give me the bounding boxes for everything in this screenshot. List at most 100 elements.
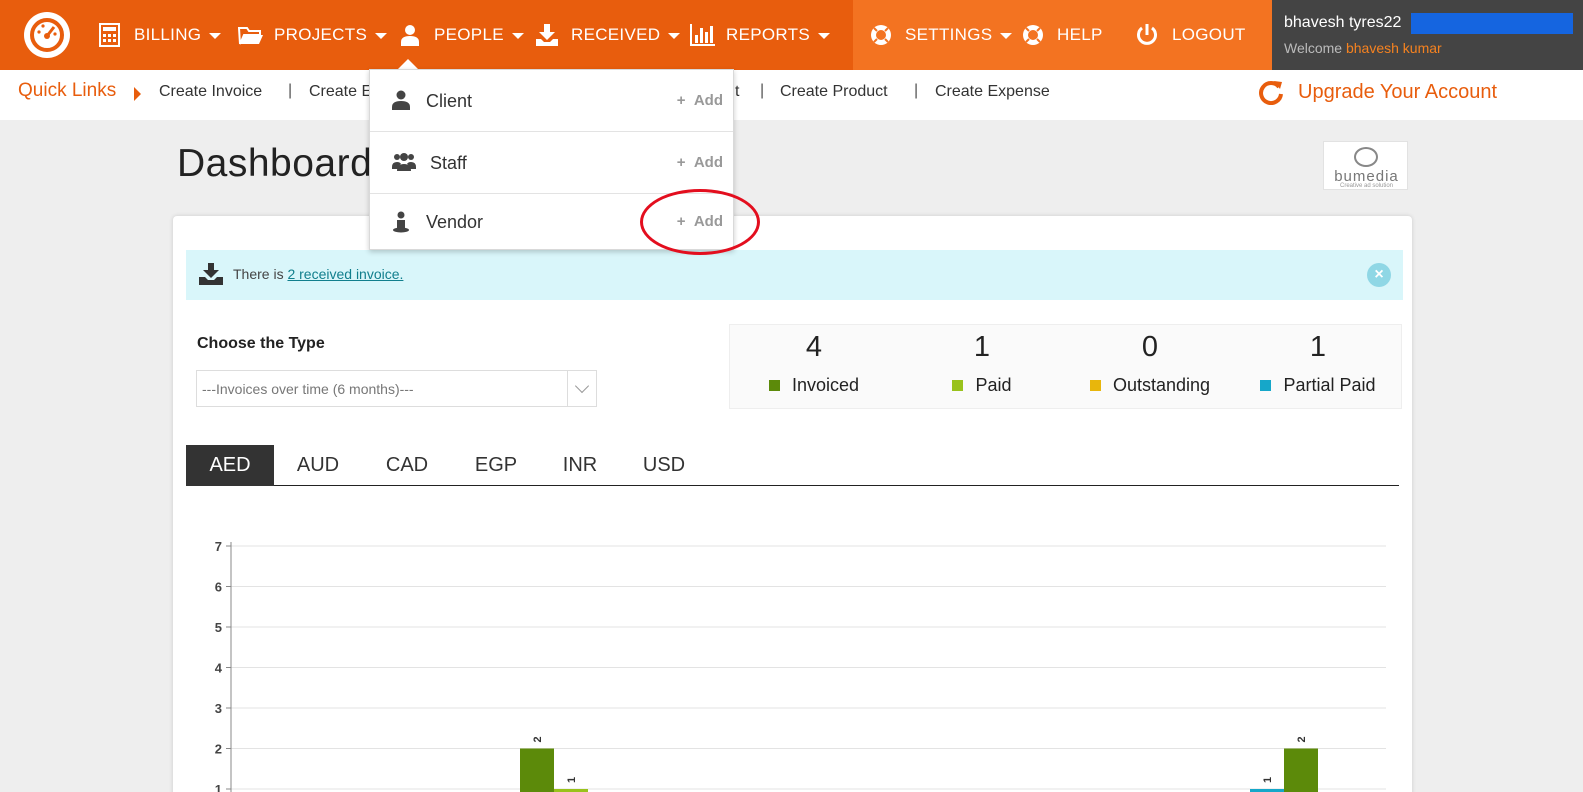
quick-link-create-product[interactable]: Create Product: [780, 83, 888, 101]
stat-value: 4: [805, 331, 823, 363]
stat-paid: 1 Paid: [898, 325, 1066, 408]
received-invoice-link[interactable]: 2 received invoice.: [287, 266, 403, 282]
chevron-down-icon: [511, 33, 524, 39]
type-select-value: ---Invoices over time (6 months)---: [202, 381, 414, 397]
company-logo: bumedia Creative ad solution: [1323, 141, 1408, 190]
user-icon: [398, 23, 422, 47]
stat-label: Paid: [898, 375, 1066, 396]
legend-swatch: [952, 380, 964, 391]
nav-projects[interactable]: PROJECTS: [237, 0, 388, 70]
power-icon: [1136, 23, 1160, 47]
upgrade-account-link[interactable]: Upgrade Your Account: [1258, 79, 1497, 105]
stat-label: Invoiced: [730, 375, 898, 396]
stat-value: 1: [1309, 331, 1327, 363]
user-icon: [392, 90, 410, 115]
alert-prefix: There is: [233, 266, 284, 282]
y-tick-label: 5: [215, 620, 222, 635]
bar-value-label: 1: [566, 777, 578, 783]
invoice-stats: 4 Invoiced 1 Paid 0 Outstanding 1 Partia…: [729, 324, 1402, 409]
add-client-button[interactable]: + Add: [677, 92, 723, 109]
type-select[interactable]: ---Invoices over time (6 months)---: [196, 370, 597, 407]
tab-egp[interactable]: EGP: [452, 445, 540, 486]
top-navigation: BILLING PROJECTS PEOPLE RECEIVED REPORTS: [0, 0, 1583, 70]
y-tick-label: 3: [215, 701, 222, 716]
quick-link-create-invoice[interactable]: Create Invoice: [159, 83, 262, 101]
chevron-down-icon: [817, 33, 830, 39]
username: bhavesh tyres22: [1284, 14, 1402, 31]
user-panel[interactable]: bhavesh tyres22 Welcome bhavesh kumar: [1272, 0, 1583, 70]
nav-logout-label: LOGOUT: [1172, 25, 1246, 44]
page-title: Dashboard: [177, 142, 373, 185]
nav-received-label: RECEIVED: [571, 25, 661, 44]
chevron-right-icon: [134, 87, 141, 101]
chevron-down-icon: [668, 33, 681, 39]
menu-item-staff[interactable]: Staff + Add: [370, 132, 733, 194]
nav-reports[interactable]: REPORTS: [690, 0, 830, 70]
quick-link-create-expense[interactable]: Create Expense: [935, 83, 1050, 101]
tab-aud[interactable]: AUD: [274, 445, 362, 486]
stat-label: Outstanding: [1066, 375, 1234, 396]
legend-swatch: [1260, 380, 1272, 391]
nav-settings[interactable]: SETTINGS: [869, 0, 1013, 70]
nav-settings-label: SETTINGS: [905, 25, 993, 44]
stat-partial-paid: 1 Partial Paid: [1234, 325, 1402, 408]
quick-link-partial[interactable]: t: [735, 83, 739, 101]
chevron-down-icon: [1000, 33, 1013, 39]
tab-usd[interactable]: USD: [620, 445, 708, 486]
redacted-field: [1411, 13, 1573, 34]
menu-item-label: Client: [426, 91, 473, 111]
nav-billing-label: BILLING: [134, 25, 202, 44]
close-icon[interactable]: ×: [1367, 263, 1391, 287]
nav-people-label: PEOPLE: [434, 25, 504, 44]
stat-value: 0: [1141, 331, 1159, 363]
upgrade-label: Upgrade Your Account: [1298, 80, 1498, 103]
y-tick-label: 7: [215, 539, 222, 554]
app-logo-icon[interactable]: [24, 12, 70, 58]
welcome-name[interactable]: bhavesh kumar: [1346, 40, 1442, 56]
add-staff-button[interactable]: + Add: [677, 154, 723, 171]
separator: |: [288, 82, 293, 99]
nav-help[interactable]: HELP: [1021, 0, 1103, 70]
tab-cad[interactable]: CAD: [362, 445, 452, 486]
users-icon: [392, 152, 416, 177]
separator: |: [760, 82, 765, 99]
invoice-chart: 7 6 5 4 3 2 1 2 1 1 2: [215, 539, 1386, 792]
quick-link-create-estimate[interactable]: Create E: [309, 83, 372, 101]
stat-label-text: Partial Paid: [1283, 375, 1376, 395]
legend-swatch: [1089, 380, 1101, 391]
y-tick-label: 6: [215, 580, 222, 595]
chevron-down-icon: [375, 33, 388, 39]
nav-received[interactable]: RECEIVED: [535, 0, 681, 70]
logo-mark: [1354, 147, 1378, 167]
y-tick-label: 2: [215, 742, 222, 757]
tab-aed[interactable]: AED: [186, 445, 274, 486]
dropdown-pointer: [398, 59, 418, 69]
type-label: Choose the Type: [197, 335, 325, 352]
add-label: Add: [693, 92, 723, 109]
nav-help-label: HELP: [1057, 25, 1103, 44]
nav-logout[interactable]: LOGOUT: [1136, 0, 1246, 70]
folder-icon: [237, 23, 263, 47]
add-label: Add: [693, 154, 723, 171]
bar-value-label: 2: [1296, 736, 1308, 742]
tab-inr[interactable]: INR: [540, 445, 620, 486]
alert-text: There is 2 received invoice.: [233, 266, 403, 282]
lifebuoy-icon: [869, 23, 893, 47]
y-tick-label: 1: [215, 782, 222, 792]
nav-billing[interactable]: BILLING: [98, 0, 222, 70]
calculator-icon: [98, 23, 122, 47]
stat-invoiced: 4 Invoiced: [730, 325, 898, 408]
menu-item-client[interactable]: Client + Add: [370, 70, 733, 132]
y-tick-label: 4: [215, 661, 223, 676]
legend-swatch: [768, 380, 780, 391]
chevron-down-icon: [209, 33, 222, 39]
quick-links-bar: Quick Links Create Invoice | Create E t …: [0, 70, 1583, 120]
chevron-down-icon: [567, 371, 596, 406]
quick-links-title: Quick Links: [18, 80, 117, 101]
stat-value: 1: [973, 331, 991, 363]
nav-reports-label: REPORTS: [726, 25, 810, 44]
bar-value-label: 2: [532, 736, 544, 742]
inbox-download-icon: [199, 263, 223, 290]
stat-label-text: Outstanding: [1112, 375, 1211, 395]
welcome-text: Welcome bhavesh kumar: [1284, 40, 1442, 56]
